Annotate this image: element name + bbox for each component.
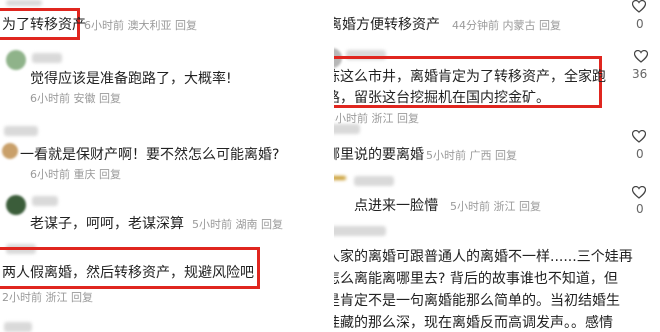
- blurred-username: [334, 176, 346, 180]
- like-count: 0: [636, 202, 644, 216]
- comment-meta[interactable]: 5小时前 湖南 回复: [192, 216, 283, 232]
- avatar[interactable]: [6, 50, 26, 70]
- comment-meta[interactable]: 44分钟前 内蒙古 回复: [452, 17, 561, 33]
- comment-text-line: 怎么离能离哪里去? 背后的故事谁也不知道，但: [334, 271, 618, 287]
- comment-meta[interactable]: 6小时前 重庆 回复: [30, 166, 121, 182]
- comment-text: 离婚方便转移资产: [334, 17, 440, 33]
- comment-meta[interactable]: 5小时前 广西 回复: [426, 147, 517, 163]
- blurred-username: [4, 126, 38, 136]
- comment-meta[interactable]: 5小时前 浙江 回复: [450, 198, 541, 214]
- comment-text-line: 是肯定不是一句离婚能那么简单的。当初结婚生: [334, 293, 620, 309]
- avatar[interactable]: [6, 195, 26, 215]
- heart-icon[interactable]: [634, 50, 648, 63]
- comment-meta[interactable]: 6小时前 安徽 回复: [30, 90, 121, 106]
- comment-text-line: 娃藏的那么深，现在离婚反而高调发声。。感情: [334, 315, 613, 331]
- comment-text: 两人假离婚，然后转移资产，规避风险吧: [2, 265, 254, 281]
- blurred-username: [32, 196, 58, 206]
- heart-icon[interactable]: [632, 186, 646, 199]
- heart-icon[interactable]: [632, 130, 646, 143]
- right-comment-column: 730 离婚方便转移资产 44分钟前 内蒙古 回复 0 557 陈这么市井，离婚…: [334, 0, 660, 332]
- blurred-username: [334, 124, 360, 134]
- comment-meta[interactable]: 6小时前 澳大利亚 回复: [84, 17, 197, 33]
- blurred-username: [32, 53, 62, 63]
- comment-text-line: 路，留张这台挖掘机在国内挖金矿。: [334, 90, 550, 106]
- blurred-username: [354, 176, 394, 186]
- comment-text: 老谋子，呵呵，老谋深算: [30, 216, 184, 232]
- comment-text: 一看就是保财产啊！要不然怎么可能离婚?: [20, 147, 280, 163]
- comment-meta[interactable]: 2小时前 浙江 回复: [2, 289, 93, 305]
- blurred-username: [334, 226, 386, 236]
- comment-text: 觉得应该是准备跑路了，大概率!: [30, 71, 232, 87]
- avatar[interactable]: [2, 143, 18, 159]
- left-comment-column: 为了转移资产 6小时前 澳大利亚 回复 觉得应该是准备跑路了，大概率! 6小时前…: [0, 0, 326, 332]
- comment-text-line: 人家的离婚可跟普通人的离婚不一样......三个娃再: [334, 249, 633, 265]
- blurred-username: [6, 0, 42, 6]
- comment-text: 哪里说的要离婚: [334, 147, 424, 163]
- like-count: 0: [636, 147, 644, 161]
- blurred-username: [4, 322, 32, 332]
- like-count: 0: [636, 17, 644, 31]
- comment-text: 为了转移资产: [2, 17, 86, 33]
- like-count: 36: [632, 67, 648, 81]
- heart-icon[interactable]: [632, 0, 646, 13]
- comment-text: 点进来一脸懵: [354, 198, 438, 214]
- comment-text-line: 陈这么市井，离婚肯定为了转移资产，全家跑: [334, 69, 606, 85]
